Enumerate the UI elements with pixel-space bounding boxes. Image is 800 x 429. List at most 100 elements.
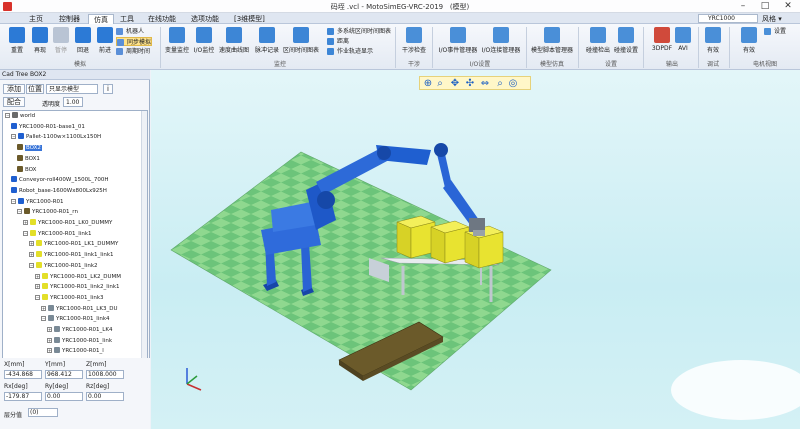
collision-detect-button[interactable]: 碰撞检出 xyxy=(583,27,613,59)
tree-node[interactable]: Robot_base-1600Wx800Lx925H xyxy=(11,186,107,196)
speed-graph-button[interactable]: 速度曲线图 xyxy=(219,27,249,59)
tree-node[interactable]: + YRC1000-R01_LK4 xyxy=(47,326,112,335)
camera-enable-button[interactable]: 有效 xyxy=(734,27,764,59)
interference-check-button[interactable]: 干涉检查 xyxy=(399,27,429,59)
pulse-record-button[interactable]: 脉冲记录 xyxy=(252,27,282,59)
camera-settings-button[interactable]: 设置 xyxy=(764,27,786,36)
close-button[interactable]: ✕ xyxy=(777,0,799,13)
reset-icon xyxy=(9,27,25,43)
tree-expander-icon[interactable]: + xyxy=(47,327,52,332)
multi-system-chart-button[interactable]: 多系统区间时间图表 xyxy=(327,27,391,36)
sync-sim-button[interactable]: 同步模拟 xyxy=(116,37,153,46)
variable-monitor-button[interactable]: 变量监控 xyxy=(162,27,192,59)
tree-node[interactable]: + YRC1000-R01_l xyxy=(47,347,104,356)
tree-node[interactable]: BOX2 xyxy=(17,144,42,153)
tree-node[interactable]: + YRC1000-R01_link2_link1 xyxy=(35,283,120,292)
model-script-manager-label: 模型脚本管理器 xyxy=(531,47,574,54)
io-connection-manager-button[interactable]: I/O连接管理器 xyxy=(482,27,520,59)
robot-mode-button[interactable]: 机器人 xyxy=(116,27,144,36)
tree-node[interactable]: − YRC1000-R01_link2 xyxy=(29,261,98,271)
add-button[interactable]: 添加 xyxy=(3,84,25,94)
export-avi-button[interactable]: AVI xyxy=(668,27,698,59)
group-simulation-label: 模拟 xyxy=(73,61,86,68)
trajectory-display-button[interactable]: 作业轨迹显示 xyxy=(327,47,373,56)
io-event-manager-button[interactable]: I/O事件管理器 xyxy=(439,27,477,59)
tree-node[interactable]: BOX xyxy=(17,165,36,175)
tree-node-label: YRC1000-R01_link1 xyxy=(38,230,92,237)
tree-node-label: YRC1000-R01-base1_01 xyxy=(19,123,85,130)
menu-home[interactable]: 主页 xyxy=(24,14,48,24)
menu-3d-model[interactable]: [3维模型] xyxy=(229,14,270,24)
tree-expander-icon[interactable]: + xyxy=(47,337,52,343)
info-button[interactable]: i xyxy=(103,84,113,94)
menu-tools[interactable]: 工具 xyxy=(115,14,139,24)
tree-expander-icon[interactable]: − xyxy=(11,134,16,140)
layer-select[interactable]: (0) xyxy=(28,408,58,417)
tree-expander-icon[interactable]: + xyxy=(29,252,34,258)
menu-online[interactable]: 在线功能 xyxy=(143,14,181,24)
tree-node[interactable]: + YRC1000-R01_LK1_DUMMY xyxy=(29,240,118,249)
tree-expander-icon[interactable]: − xyxy=(35,294,40,300)
position-button[interactable]: 位置 xyxy=(26,84,44,94)
tree-node[interactable]: + YRC1000-R01_LK2_DUMM xyxy=(35,272,121,282)
tree-node[interactable]: − YRC1000-R01 xyxy=(11,197,64,207)
box-2[interactable] xyxy=(430,220,470,264)
rx-label: Rx[deg] xyxy=(4,383,28,390)
style-dropdown[interactable]: 风格 ▾ xyxy=(762,14,782,24)
tree-expander-icon[interactable]: + xyxy=(41,305,46,311)
z-input[interactable]: 1008.000 xyxy=(86,370,124,379)
maximize-button[interactable]: □ xyxy=(754,0,776,13)
tree-node[interactable]: − world xyxy=(5,112,35,121)
tree-node[interactable]: − YRC1000-R01_link4 xyxy=(41,315,110,324)
menu-simulation[interactable]: 仿真 xyxy=(88,14,114,24)
tree-expander-icon[interactable]: + xyxy=(35,273,40,279)
section-time-chart-button[interactable]: 区间时间图表 xyxy=(283,27,319,59)
tree-expander-icon[interactable]: + xyxy=(35,284,40,290)
tree-expander-icon[interactable]: + xyxy=(23,220,28,225)
box-1[interactable] xyxy=(396,215,436,259)
menu-controller[interactable]: 控制器 xyxy=(54,14,85,24)
tree-expander-icon[interactable]: − xyxy=(5,113,10,118)
tree-expander-icon[interactable]: − xyxy=(29,262,34,268)
tree-expander-icon[interactable]: − xyxy=(23,230,28,236)
fit-button[interactable]: 配合 xyxy=(3,97,25,107)
tree-expander-icon[interactable]: + xyxy=(29,241,34,247)
group-model-sim-label: 模型仿真 xyxy=(539,61,564,68)
distance-button[interactable]: 距离 xyxy=(327,37,349,46)
tree-node-label: YRC1000-R01_link2_link1 xyxy=(50,284,120,291)
tree-expander-icon[interactable]: − xyxy=(41,316,46,322)
tree-node[interactable]: − Pallet-1100w×1100Lx150H xyxy=(11,133,101,142)
3d-viewport[interactable]: ⊕ ⌕ ✥ ✣ ⇔ ⌕ ◎ xyxy=(151,70,800,429)
debug-icon xyxy=(705,27,721,43)
tree-node[interactable]: + YRC1000-R01_link xyxy=(47,336,112,346)
cycle-time-button[interactable]: 周期时间 xyxy=(116,47,150,56)
ry-input[interactable]: 0.00 xyxy=(45,392,83,401)
tree-node[interactable]: YRC1000-R01-base1_01 xyxy=(11,122,85,132)
tree-expander-icon[interactable]: − xyxy=(17,209,22,215)
tree-node[interactable]: − YRC1000-R01_link3 xyxy=(35,293,104,303)
tree-expander-icon[interactable]: + xyxy=(47,348,52,354)
menu-options[interactable]: 选项功能 xyxy=(186,14,224,24)
x-input[interactable]: -434.868 xyxy=(4,370,42,379)
io-monitor-button[interactable]: I/O监控 xyxy=(189,27,219,59)
display-mode-select[interactable]: 只显示模型 xyxy=(46,84,98,94)
tree-expander-icon[interactable]: − xyxy=(11,198,16,204)
search-input[interactable]: YRC1000 xyxy=(698,14,758,23)
tree-node[interactable]: Conveyor-roll400W_1500L_700H xyxy=(11,176,109,185)
tree-node[interactable]: + YRC1000-R01_LK0_DUMMY xyxy=(23,219,112,228)
rx-input[interactable]: -179.87 xyxy=(4,392,42,401)
tree-node[interactable]: − YRC1000-R01_link1 xyxy=(23,229,92,239)
collision-settings-button[interactable]: 碰撞设置 xyxy=(611,27,641,59)
transparency-input[interactable]: 1.00 xyxy=(63,97,83,107)
minimize-button[interactable]: – xyxy=(732,0,754,13)
tree-node[interactable]: + YRC1000-R01_link1_link1 xyxy=(29,251,114,260)
model-script-manager-button[interactable]: 模型脚本管理器 xyxy=(531,27,573,59)
rz-input[interactable]: 0.00 xyxy=(86,392,124,401)
y-input[interactable]: 968.412 xyxy=(45,370,83,379)
tree-node-icon xyxy=(18,133,24,140)
tree-node[interactable]: + YRC1000-R01_LK3_DU xyxy=(41,304,117,314)
debug-enable-button[interactable]: 有效 xyxy=(698,27,728,59)
ry-label: Ry[deg] xyxy=(45,383,69,390)
tree-node[interactable]: BOX1 xyxy=(17,154,40,164)
tree-node[interactable]: − YRC1000-R01_rn xyxy=(17,208,78,217)
